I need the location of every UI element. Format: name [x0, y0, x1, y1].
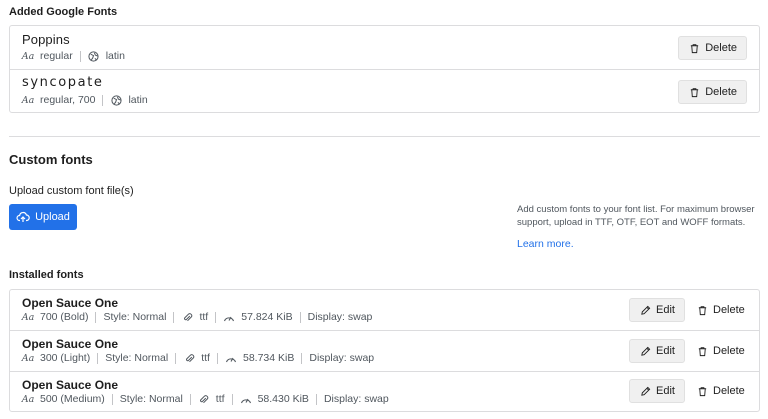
- section-divider: [9, 136, 760, 137]
- meta-separator: [299, 311, 301, 323]
- font-style: Style: Normal: [103, 311, 167, 323]
- paperclip-icon: [183, 352, 195, 364]
- font-subsets: latin: [105, 50, 125, 62]
- installed-font-name: Open Sauce One: [22, 337, 119, 351]
- delete-label: Delete: [713, 304, 745, 316]
- meta-separator: [189, 393, 191, 405]
- meta-separator: [215, 311, 217, 323]
- google-font-meta: Aa regular latin: [22, 50, 125, 62]
- delete-google-font-button[interactable]: Delete: [678, 80, 747, 104]
- learn-more-link[interactable]: Learn more.: [517, 238, 574, 250]
- installed-font-row: Open Sauce One Aa 300 (Light) Style: Nor…: [10, 331, 759, 372]
- google-fonts-title: Added Google Fonts: [9, 6, 118, 18]
- trash-icon: [688, 86, 700, 98]
- font-format: ttf: [201, 352, 210, 364]
- delete-label: Delete: [713, 345, 745, 357]
- font-variants-icon: Aa: [21, 50, 35, 62]
- meta-separator: [102, 94, 104, 106]
- paperclip-icon: [198, 393, 210, 405]
- google-font-name: Poppins: [22, 32, 70, 47]
- trash-icon: [696, 345, 708, 357]
- meta-separator: [301, 352, 303, 364]
- delete-google-font-button[interactable]: Delete: [678, 36, 747, 60]
- installed-font-meta: Aa 500 (Medium) Style: Normal ttf 58.430…: [22, 393, 389, 405]
- installed-font-meta: Aa 300 (Light) Style: Normal ttf 58.734 …: [22, 352, 374, 364]
- installed-font-row: Open Sauce One Aa 700 (Bold) Style: Norm…: [10, 290, 759, 331]
- upload-label: Upload custom font file(s): [9, 185, 134, 197]
- font-format: ttf: [215, 393, 225, 405]
- font-weight: 700 (Bold): [40, 311, 89, 323]
- font-weight-icon: Aa: [21, 393, 35, 405]
- delete-label: Delete: [705, 42, 737, 54]
- trash-icon: [696, 385, 708, 397]
- font-weight: 500 (Medium): [40, 393, 105, 405]
- meta-separator: [315, 393, 317, 405]
- delete-font-button[interactable]: Delete: [690, 298, 751, 322]
- font-style: Style: Normal: [105, 352, 169, 364]
- delete-label: Delete: [705, 86, 737, 98]
- installed-font-row: Open Sauce One Aa 500 (Medium) Style: No…: [10, 372, 759, 411]
- font-variants: regular: [40, 50, 73, 62]
- meta-separator: [173, 311, 175, 323]
- upload-button[interactable]: Upload: [9, 204, 77, 230]
- paperclip-icon: [181, 311, 193, 323]
- trash-icon: [688, 42, 700, 54]
- pencil-icon: [639, 345, 651, 357]
- google-font-name: syncopate: [22, 75, 104, 90]
- google-font-row: Poppins Aa regular latin Delete: [10, 26, 759, 70]
- font-weight: 300 (Light): [40, 352, 91, 364]
- cloud-upload-icon: [16, 210, 30, 224]
- font-size: 57.824 KiB: [241, 311, 293, 323]
- font-display: Display: swap: [307, 311, 373, 323]
- font-format: ttf: [199, 311, 209, 323]
- edit-font-button[interactable]: Edit: [629, 339, 685, 363]
- font-variants: regular, 700: [40, 94, 96, 106]
- font-style: Style: Normal: [119, 393, 183, 405]
- meta-separator: [97, 352, 99, 364]
- meta-separator: [231, 393, 233, 405]
- google-font-row: syncopate Aa regular, 700 latin Delete: [10, 70, 759, 113]
- font-display: Display: swap: [323, 393, 389, 405]
- installed-font-meta: Aa 700 (Bold) Style: Normal ttf 57.824 K…: [21, 311, 373, 323]
- pencil-icon: [639, 304, 651, 316]
- edit-label: Edit: [656, 304, 675, 316]
- globe-icon: [88, 50, 100, 62]
- gauge-icon: [225, 352, 237, 364]
- google-fonts-list: Poppins Aa regular latin Delete syncopat…: [9, 25, 760, 113]
- font-variants-icon: Aa: [21, 94, 35, 106]
- font-size: 58.734 KiB: [242, 352, 295, 364]
- trash-icon: [696, 304, 708, 316]
- pencil-icon: [639, 385, 651, 397]
- globe-icon: [110, 94, 122, 106]
- google-font-meta: Aa regular, 700 latin: [22, 94, 148, 106]
- edit-label: Edit: [656, 385, 675, 397]
- meta-separator: [216, 352, 218, 364]
- font-weight-icon: Aa: [21, 311, 35, 323]
- installed-font-name: Open Sauce One: [22, 378, 119, 392]
- meta-separator: [175, 352, 177, 364]
- delete-font-button[interactable]: Delete: [690, 339, 751, 363]
- meta-separator: [79, 50, 81, 62]
- installed-fonts-list: Open Sauce One Aa 700 (Bold) Style: Norm…: [9, 289, 760, 412]
- delete-font-button[interactable]: Delete: [690, 379, 751, 403]
- custom-fonts-help: Add custom fonts to your font list. For …: [517, 204, 755, 228]
- font-subsets: latin: [128, 94, 148, 106]
- gauge-icon: [240, 393, 252, 405]
- font-display: Display: swap: [309, 352, 375, 364]
- edit-label: Edit: [656, 345, 675, 357]
- edit-font-button[interactable]: Edit: [629, 298, 685, 322]
- meta-separator: [95, 311, 97, 323]
- meta-separator: [111, 393, 113, 405]
- gauge-icon: [223, 311, 235, 323]
- installed-font-name: Open Sauce One: [22, 296, 119, 310]
- delete-label: Delete: [713, 385, 745, 397]
- edit-font-button[interactable]: Edit: [629, 379, 685, 403]
- font-weight-icon: Aa: [21, 352, 35, 364]
- custom-fonts-title: Custom fonts: [9, 152, 93, 167]
- upload-button-label: Upload: [35, 211, 70, 223]
- installed-fonts-title: Installed fonts: [9, 269, 84, 281]
- font-size: 58.430 KiB: [257, 393, 309, 405]
